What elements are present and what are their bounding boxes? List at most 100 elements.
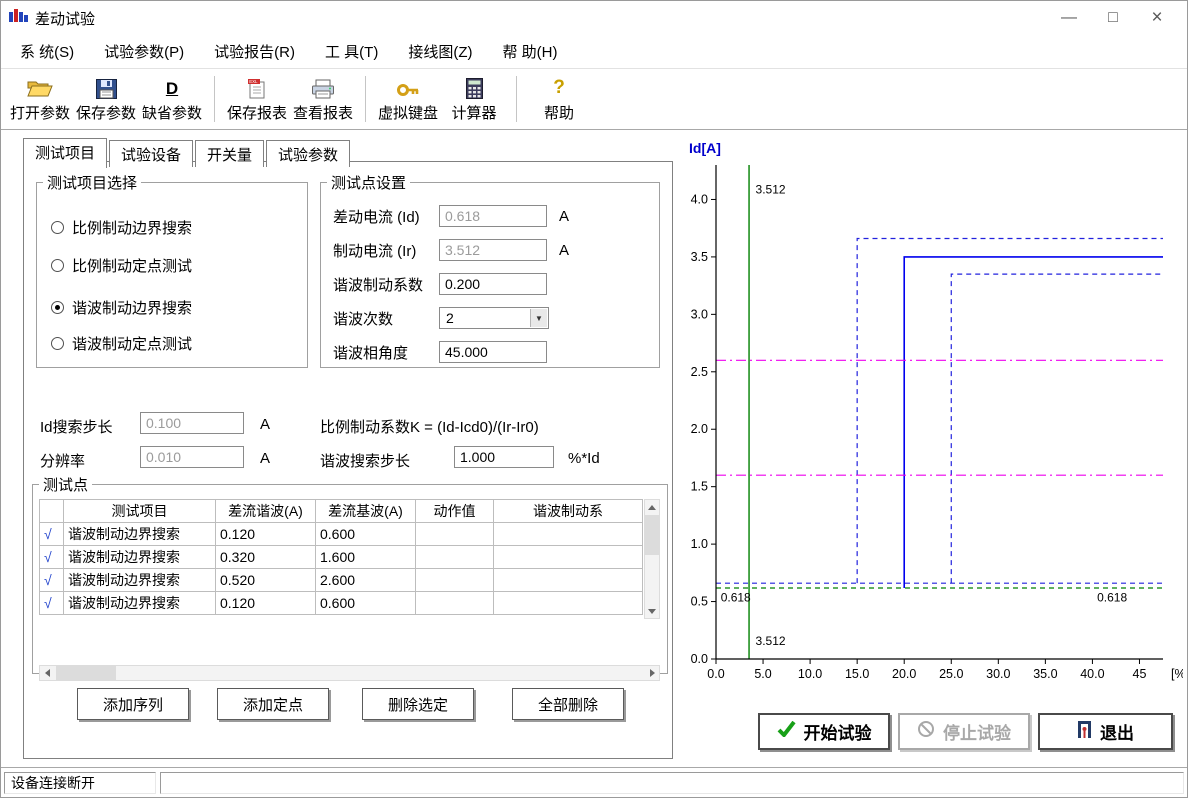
cell[interactable] (494, 592, 643, 615)
col-harmonic-coeff: 谐波制动系 (494, 500, 643, 523)
cell[interactable] (416, 592, 494, 615)
svg-text:[%]: [%] (1171, 667, 1183, 681)
menu-tools[interactable]: 工 具(T) (310, 37, 393, 66)
harmonic-order-select[interactable]: 2 ▼ (439, 307, 549, 329)
cell[interactable]: 谐波制动边界搜索 (64, 523, 216, 546)
radio-option-harmonic-fixed[interactable]: 谐波制动定点测试 (51, 333, 192, 354)
col-diff-fundamental: 差流基波(A) (316, 500, 416, 523)
cell[interactable]: 谐波制动边界搜索 (64, 569, 216, 592)
test-points-table[interactable]: 测试项目 差流谐波(A) 差流基波(A) 动作值 谐波制动系 √ 谐波制动边界搜… (39, 499, 643, 615)
save-report-button[interactable]: EXL 保存报表 (224, 75, 290, 123)
cell[interactable] (494, 523, 643, 546)
vertical-scrollbar[interactable] (644, 499, 660, 619)
scroll-down-icon[interactable] (645, 604, 659, 618)
radio-icon[interactable] (51, 337, 64, 350)
vertical-scroll-thumb[interactable] (645, 515, 659, 555)
minimize-button[interactable]: — (1047, 3, 1091, 33)
cell[interactable]: 0.120 (216, 523, 316, 546)
calculator-button[interactable]: 计算器 (441, 75, 507, 123)
harmonic-phase-input[interactable] (439, 341, 547, 363)
chevron-down-icon[interactable]: ▼ (530, 309, 547, 327)
svg-text:Id[A]: Id[A] (689, 140, 721, 156)
row-check-icon[interactable]: √ (40, 569, 64, 592)
ir-current-input[interactable] (439, 239, 547, 261)
svg-text:2.0: 2.0 (691, 422, 708, 436)
radio-icon[interactable] (51, 221, 64, 234)
cell[interactable]: 0.520 (216, 569, 316, 592)
table-row[interactable]: √ 谐波制动边界搜索 0.520 2.600 (40, 569, 643, 592)
tab-test-device[interactable]: 试验设备 (109, 140, 193, 167)
svg-text:0.0: 0.0 (707, 667, 724, 681)
start-test-button[interactable]: 开始试验 (758, 713, 890, 750)
add-sequence-button[interactable]: 添加序列 (77, 688, 189, 720)
scroll-up-icon[interactable] (645, 500, 659, 514)
scroll-left-icon[interactable] (40, 666, 54, 680)
tab-test-params[interactable]: 试验参数 (266, 140, 350, 167)
k-formula: 比例制动系数K = (Id-Icd0)/(Ir-Ir0) (320, 416, 539, 437)
delete-selected-button[interactable]: 删除选定 (362, 688, 474, 720)
row-check-icon[interactable]: √ (40, 592, 64, 615)
cell[interactable] (416, 523, 494, 546)
table-row[interactable]: √ 谐波制动边界搜索 0.120 0.600 (40, 592, 643, 615)
id-current-input[interactable] (439, 205, 547, 227)
menu-test-params[interactable]: 试验参数(P) (89, 37, 199, 66)
menu-system[interactable]: 系 统(S) (5, 37, 89, 66)
resolution-input[interactable] (140, 446, 244, 468)
exit-button[interactable]: 退出 (1038, 713, 1173, 750)
cell[interactable]: 0.320 (216, 546, 316, 569)
toolbar-separator (516, 76, 517, 122)
default-params-button[interactable]: D 缺省参数 (139, 75, 205, 123)
test-point-settings-group: 测试点设置 差动电流 (Id) A 制动电流 (Ir) A 谐波制动系数 谐波次… (320, 172, 660, 368)
field-label: 谐波相角度 (333, 342, 439, 363)
row-check-icon[interactable]: √ (40, 546, 64, 569)
window-title: 差动试验 (35, 8, 95, 29)
cell[interactable]: 0.120 (216, 592, 316, 615)
menu-test-report[interactable]: 试验报告(R) (199, 37, 310, 66)
close-button[interactable]: × (1135, 3, 1179, 33)
tab-switch-quantity[interactable]: 开关量 (195, 140, 264, 167)
menu-help[interactable]: 帮 助(H) (487, 37, 572, 66)
stop-test-button[interactable]: 停止试验 (898, 713, 1030, 750)
maximize-button[interactable]: □ (1091, 3, 1135, 33)
cell[interactable]: 谐波制动边界搜索 (64, 592, 216, 615)
cell[interactable]: 0.600 (316, 523, 416, 546)
add-fixed-point-button[interactable]: 添加定点 (217, 688, 329, 720)
svg-text:1.0: 1.0 (691, 537, 708, 551)
radio-option-ratio-boundary[interactable]: 比例制动边界搜索 (51, 217, 192, 238)
cell[interactable]: 谐波制动边界搜索 (64, 546, 216, 569)
cell[interactable]: 2.600 (316, 569, 416, 592)
cell[interactable] (416, 569, 494, 592)
scroll-right-icon[interactable] (645, 666, 659, 680)
cell[interactable] (494, 569, 643, 592)
field-unit: A (559, 208, 569, 225)
cell[interactable]: 0.600 (316, 592, 416, 615)
delete-all-button[interactable]: 全部删除 (512, 688, 624, 720)
tab-test-items[interactable]: 测试项目 (23, 138, 107, 168)
table-row[interactable]: √ 谐波制动边界搜索 0.320 1.600 (40, 546, 643, 569)
cell[interactable] (494, 546, 643, 569)
radio-option-ratio-fixed[interactable]: 比例制动定点测试 (51, 255, 192, 276)
radio-icon[interactable] (51, 259, 64, 272)
svg-text:40.0: 40.0 (1080, 667, 1104, 681)
radio-icon-selected[interactable] (51, 301, 64, 314)
harmonic-step-input[interactable] (454, 446, 554, 468)
cell[interactable] (416, 546, 494, 569)
cell[interactable]: 1.600 (316, 546, 416, 569)
button-label: 停止试验 (943, 719, 1011, 744)
svg-text:25.0: 25.0 (939, 667, 963, 681)
horizontal-scroll-thumb[interactable] (56, 666, 116, 680)
view-report-button[interactable]: 查看报表 (290, 75, 356, 123)
harmonic-coefficient-input[interactable] (439, 273, 547, 295)
open-params-button[interactable]: 打开参数 (7, 75, 73, 123)
table-row[interactable]: √ 谐波制动边界搜索 0.120 0.600 (40, 523, 643, 546)
id-step-input[interactable] (140, 412, 244, 434)
radio-option-harmonic-boundary[interactable]: 谐波制动边界搜索 (51, 297, 192, 318)
help-button[interactable]: ? 帮助 (526, 75, 592, 123)
horizontal-scrollbar[interactable] (39, 665, 660, 681)
row-check-icon[interactable]: √ (40, 523, 64, 546)
menu-wiring-diagram[interactable]: 接线图(Z) (393, 37, 487, 66)
save-params-button[interactable]: 保存参数 (73, 75, 139, 123)
virtual-keyboard-button[interactable]: 虚拟键盘 (375, 75, 441, 123)
svg-text:10.0: 10.0 (798, 667, 822, 681)
svg-text:30.0: 30.0 (986, 667, 1010, 681)
